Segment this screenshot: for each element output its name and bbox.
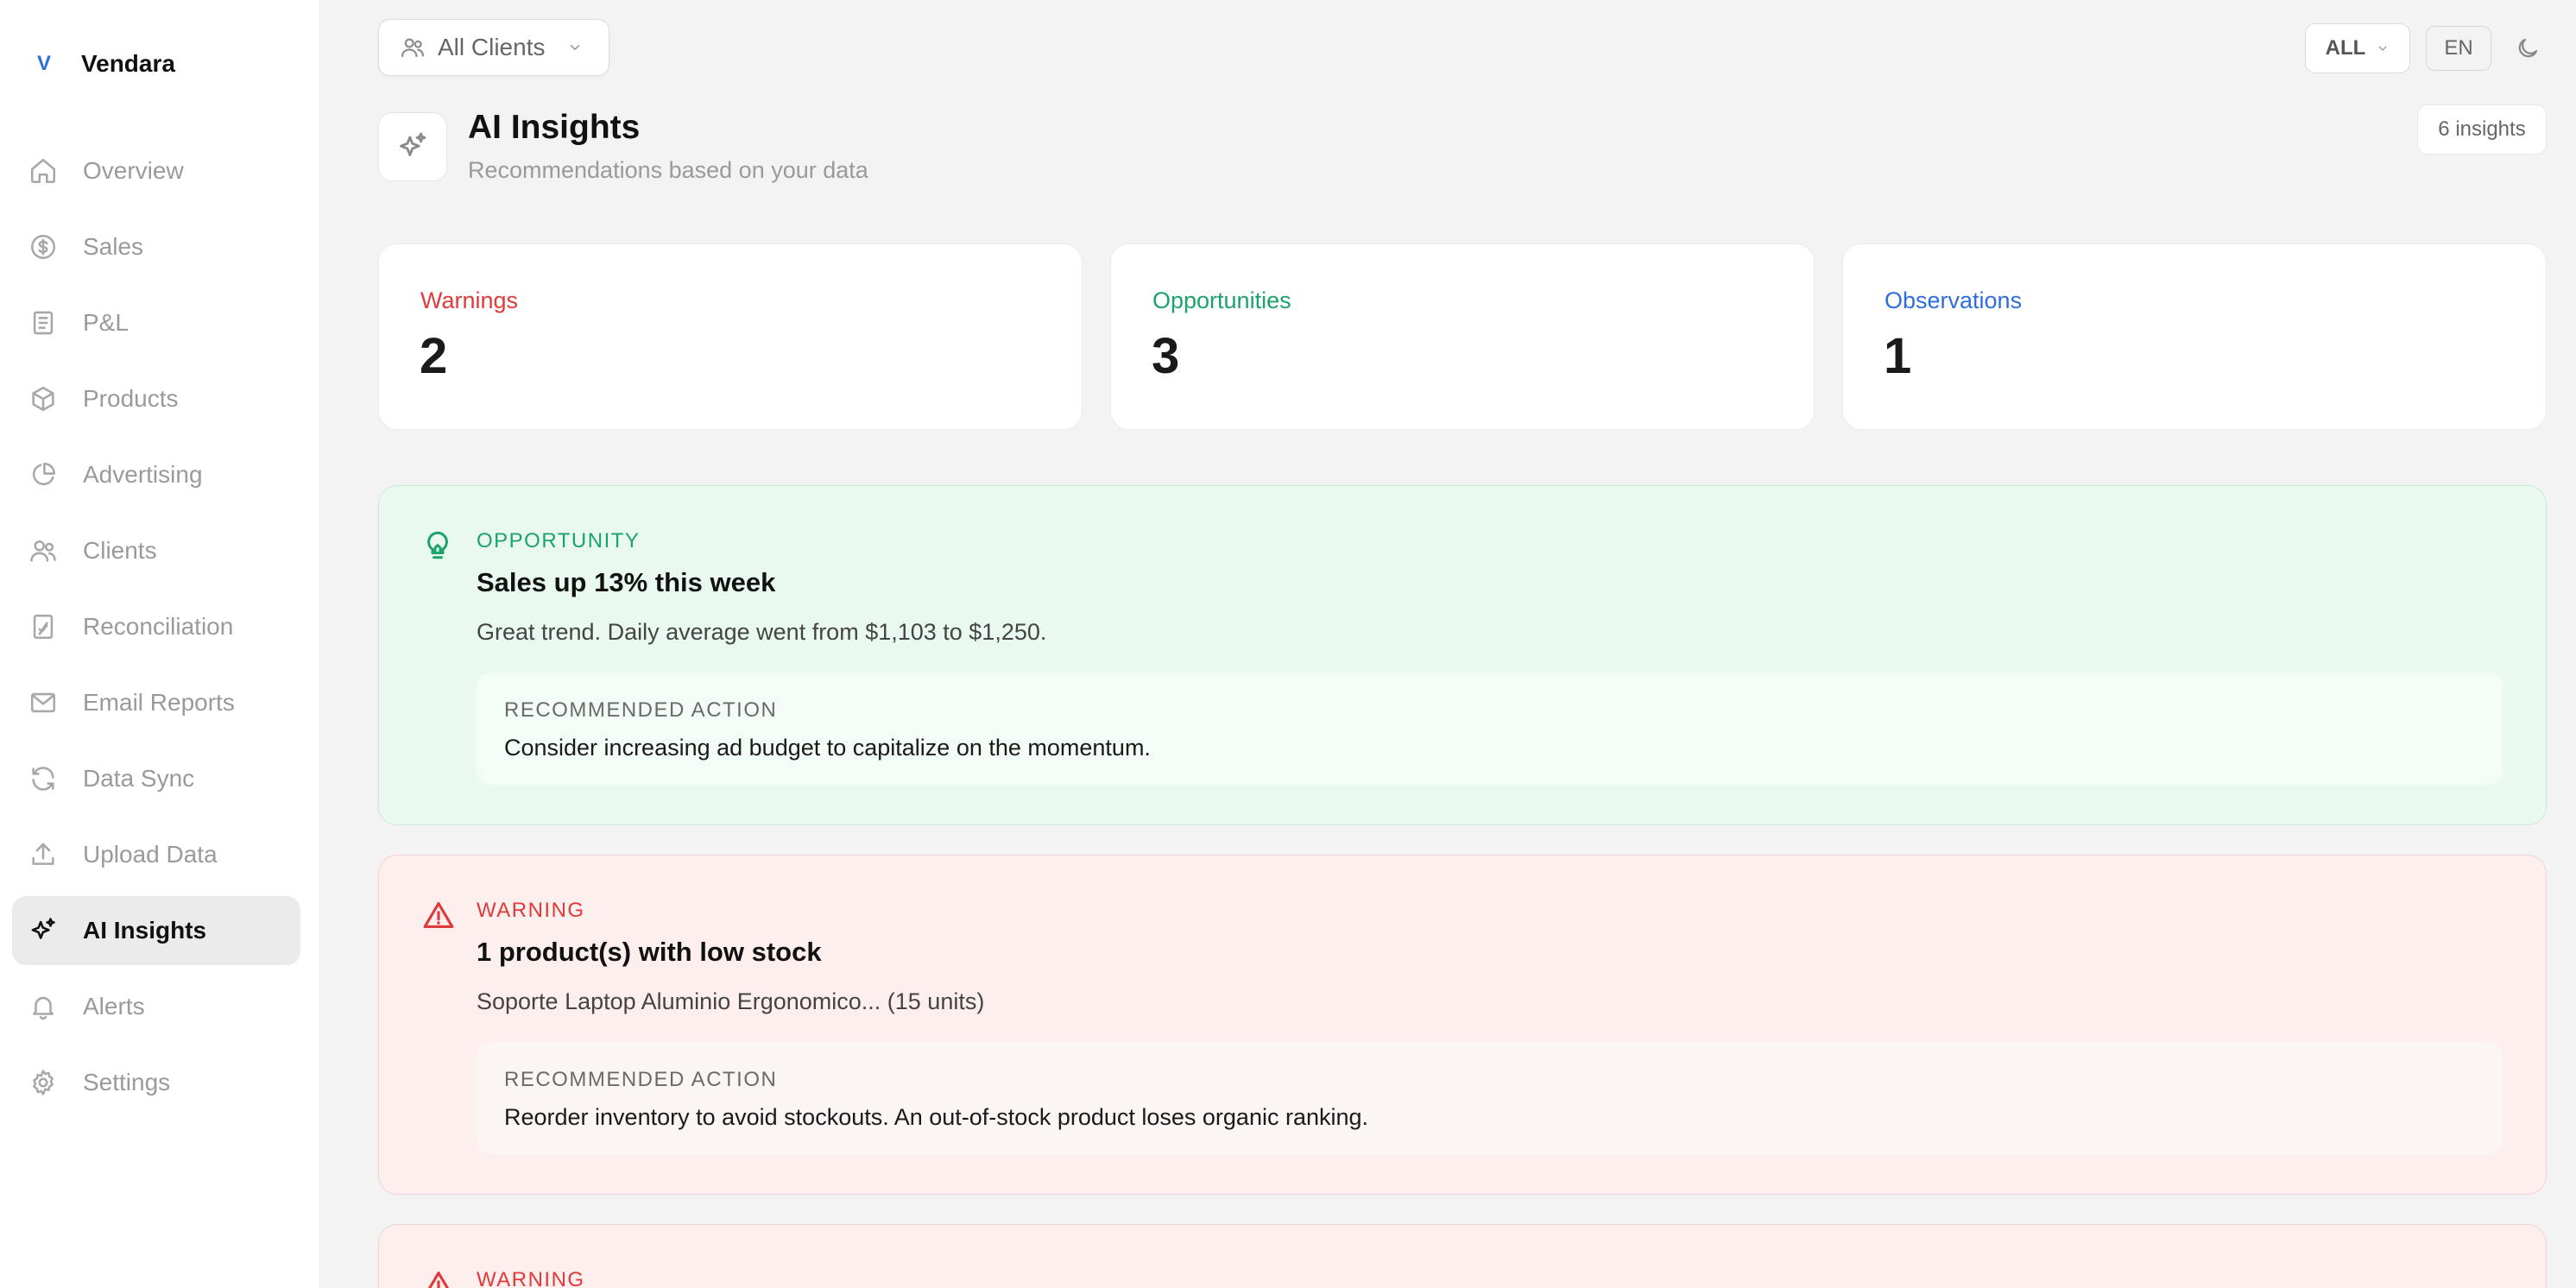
- sidebar-item-label: Reconciliation: [83, 613, 234, 640]
- warning-triangle-icon: [422, 1268, 453, 1288]
- client-select[interactable]: All Clients: [378, 19, 609, 76]
- file-check-icon: [28, 611, 59, 642]
- sidebar-item-alerts[interactable]: Alerts: [12, 972, 300, 1041]
- stat-label: Observations: [1885, 287, 2023, 313]
- sidebar-item-overview[interactable]: Overview: [12, 136, 300, 205]
- sidebar-item-clients[interactable]: Clients: [12, 516, 300, 585]
- sparkles-icon: [28, 915, 59, 946]
- pie-chart-icon: [28, 459, 59, 490]
- sidebar-item-email-reports[interactable]: Email Reports: [12, 668, 300, 737]
- sidebar: V Vendara Overview Sales P&L Products Ad…: [0, 0, 320, 1288]
- dollar-circle-icon: [28, 231, 59, 262]
- stat-label: Opportunities: [1152, 287, 1291, 313]
- warning-triangle-icon: [422, 899, 454, 933]
- sidebar-item-upload-data[interactable]: Upload Data: [12, 820, 300, 889]
- sidebar-item-label: Alerts: [83, 993, 145, 1020]
- box-icon: [28, 383, 59, 414]
- recommended-action-label: RECOMMENDED ACTION: [504, 698, 778, 722]
- sidebar-item-ai-insights[interactable]: AI Insights: [12, 896, 300, 965]
- page-title: AI Insights: [468, 109, 641, 146]
- stat-card-warnings: Warnings 2: [378, 243, 1083, 430]
- insight-description: Great trend. Daily average went from $1,…: [477, 619, 1047, 645]
- sidebar-item-label: P&L: [83, 309, 129, 336]
- client-select-value: All Clients: [438, 34, 546, 60]
- brand-logo: V: [36, 52, 51, 75]
- stat-card-observations: Observations 1: [1842, 243, 2547, 430]
- page-subtitle: Recommendations based on your data: [468, 157, 868, 183]
- insight-card-warning: WARNING: [378, 1224, 2547, 1288]
- chevron-down-icon: [571, 45, 580, 50]
- recommended-action-label: RECOMMENDED ACTION: [504, 1068, 778, 1091]
- language-button[interactable]: EN: [2426, 26, 2491, 71]
- sidebar-item-label: Data Sync: [83, 765, 195, 792]
- stat-label: Warnings: [420, 287, 519, 313]
- sidebar-item-label: Settings: [83, 1069, 171, 1095]
- mail-icon: [28, 687, 59, 718]
- theme-toggle[interactable]: [2510, 31, 2545, 66]
- sidebar-item-products[interactable]: Products: [12, 364, 300, 433]
- gear-icon: [28, 1067, 59, 1098]
- insights-count-badge: 6 insights: [2417, 104, 2547, 155]
- sidebar-item-label: Upload Data: [83, 841, 218, 868]
- recommended-action-text: Reorder inventory to avoid stockouts. An…: [504, 1104, 1369, 1130]
- home-icon: [28, 155, 59, 186]
- sidebar-item-sales[interactable]: Sales: [12, 212, 300, 281]
- sidebar-item-label: Products: [83, 385, 179, 412]
- sidebar-nav: Overview Sales P&L Products Advertising: [12, 136, 300, 1124]
- insight-type: WARNING: [477, 1268, 585, 1288]
- sidebar-item-label: AI Insights: [83, 917, 207, 944]
- insight-title: Sales up 13% this week: [477, 567, 776, 597]
- stat-value: 1: [1884, 328, 1912, 384]
- sidebar-item-label: Email Reports: [83, 689, 235, 716]
- bell-icon: [28, 991, 59, 1022]
- insight-description: Soporte Laptop Aluminio Ergonomico... (1…: [477, 988, 985, 1014]
- period-select[interactable]: ALL: [2305, 23, 2410, 73]
- sidebar-item-label: Advertising: [83, 461, 203, 488]
- chevron-down-icon: [2378, 46, 2387, 51]
- stat-value: 2: [420, 328, 448, 384]
- recommended-action: RECOMMENDED ACTION Consider increasing a…: [477, 672, 2503, 785]
- stat-value: 3: [1152, 328, 1180, 384]
- sidebar-item-settings[interactable]: Settings: [12, 1048, 300, 1117]
- sidebar-item-label: Overview: [83, 157, 184, 184]
- refresh-icon: [28, 763, 59, 794]
- users-icon: [401, 38, 424, 58]
- sidebar-item-label: Sales: [83, 233, 144, 260]
- insight-type: OPPORTUNITY: [477, 529, 641, 552]
- insight-title: 1 product(s) with low stock: [477, 937, 822, 967]
- lightbulb-icon: [422, 529, 453, 564]
- insight-type: WARNING: [477, 899, 585, 922]
- insight-card-warning: WARNING 1 product(s) with low stock Sopo…: [378, 855, 2547, 1195]
- sparkles-icon: [400, 132, 426, 156]
- recommended-action: RECOMMENDED ACTION Reorder inventory to …: [477, 1042, 2503, 1154]
- stat-card-opportunities: Opportunities 3: [1110, 243, 1815, 430]
- sidebar-item-reconciliation[interactable]: Reconciliation: [12, 592, 300, 661]
- upload-icon: [28, 839, 59, 870]
- brand-name: Vendara: [81, 50, 175, 77]
- page-icon: [378, 112, 447, 181]
- users-icon: [28, 535, 59, 566]
- sidebar-item-label: Clients: [83, 537, 157, 564]
- sidebar-item-pnl[interactable]: P&L: [12, 288, 300, 357]
- sidebar-item-advertising[interactable]: Advertising: [12, 440, 300, 509]
- moon-icon: [2518, 38, 2538, 58]
- sidebar-item-data-sync[interactable]: Data Sync: [12, 744, 300, 813]
- period-select-value: ALL: [2325, 36, 2366, 60]
- document-icon: [28, 307, 59, 338]
- brand[interactable]: V Vendara: [35, 50, 175, 78]
- recommended-action-text: Consider increasing ad budget to capital…: [504, 735, 1151, 761]
- insight-card-opportunity: OPPORTUNITY Sales up 13% this week Great…: [378, 485, 2547, 825]
